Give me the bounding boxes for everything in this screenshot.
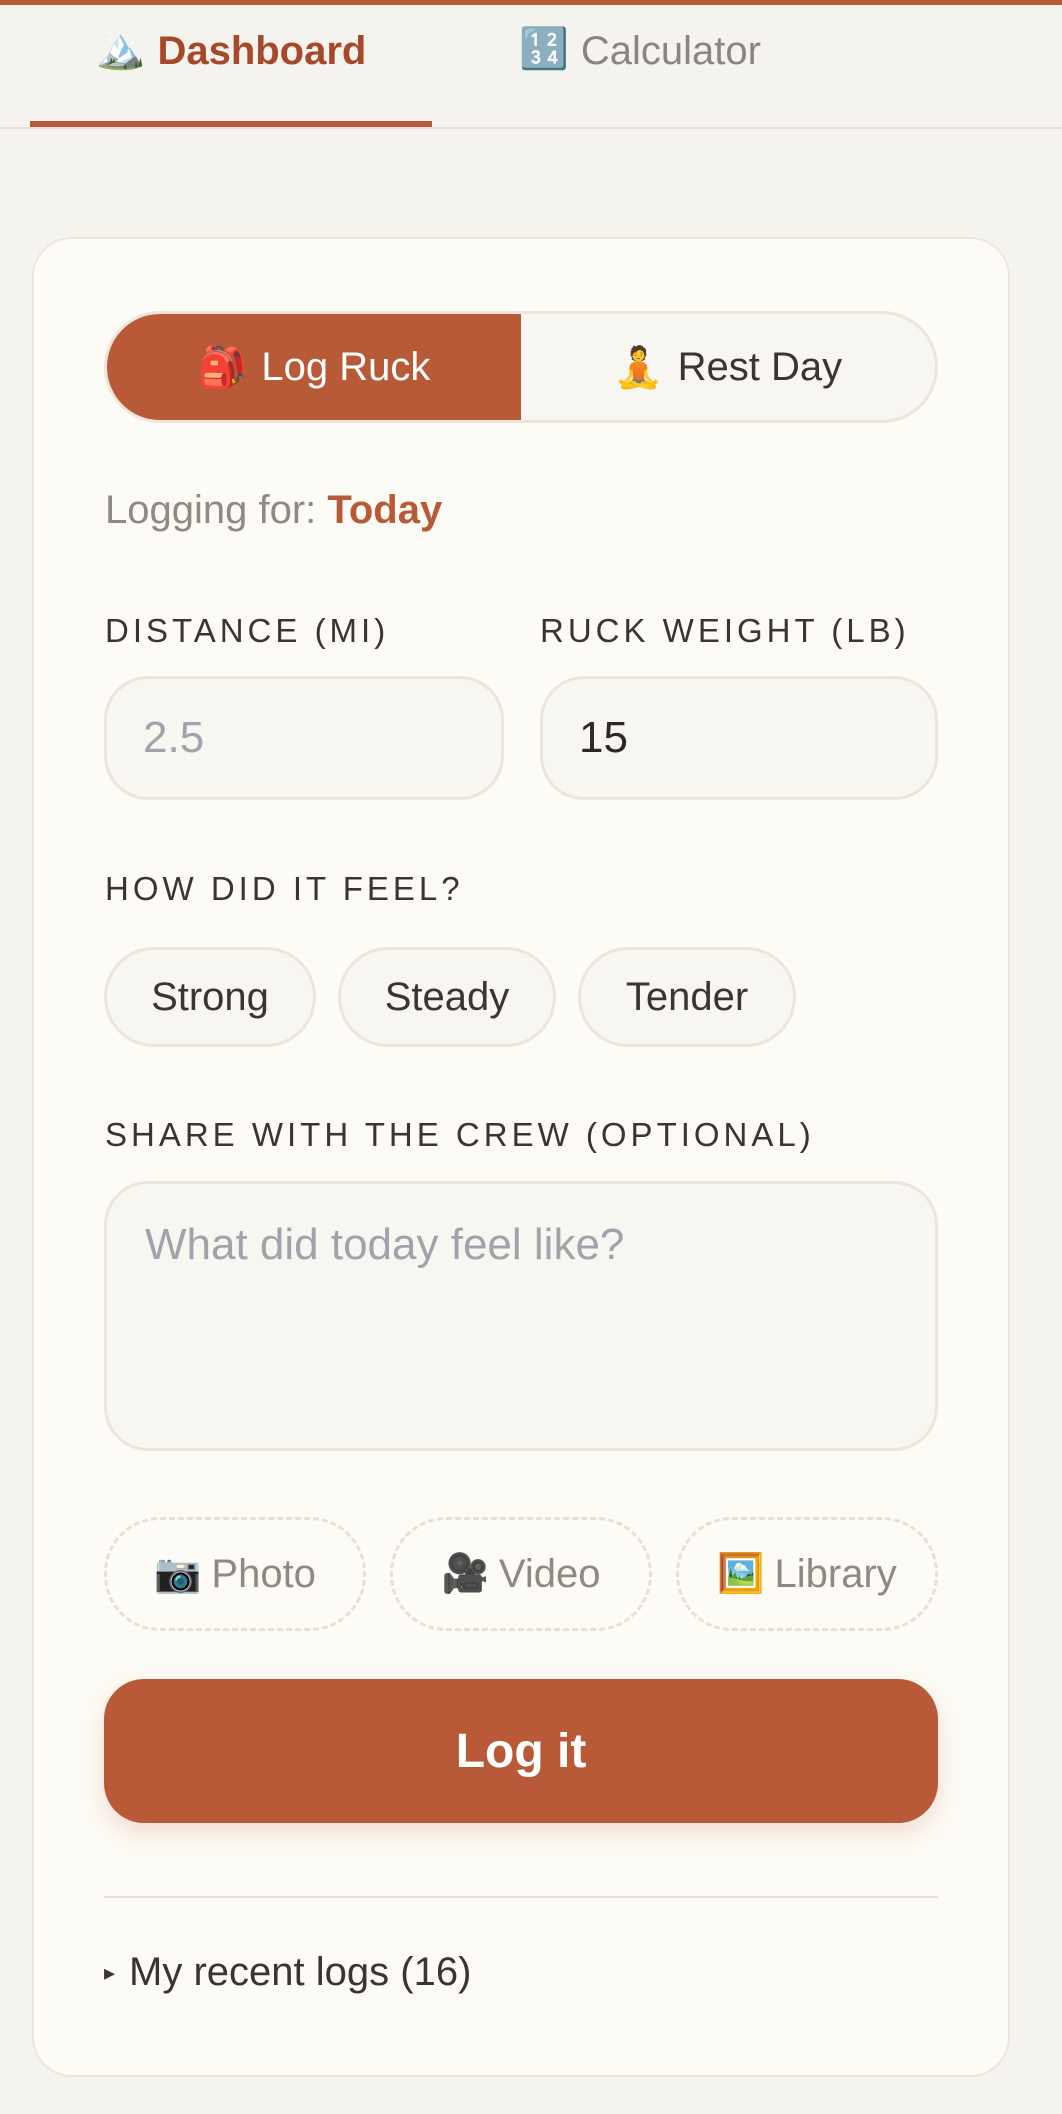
mountain-icon: 🏔️	[95, 27, 146, 71]
photo-label: Photo	[211, 1551, 316, 1596]
numbers-icon: 🔢	[519, 27, 569, 71]
library-label: Library	[774, 1551, 897, 1596]
tab-dashboard-label: Dashboard	[157, 29, 367, 73]
tab-calculator-label: Calculator	[580, 29, 761, 73]
video-button[interactable]: 🎥 Video	[390, 1517, 652, 1631]
ruck-weight-label: RUCK WEIGHT (LB)	[540, 612, 910, 649]
photo-button[interactable]: 📷 Photo	[104, 1517, 366, 1631]
recent-logs-toggle[interactable]: ▸ My recent logs (16)	[104, 1950, 471, 1995]
share-textarea[interactable]: What did today feel like?	[104, 1181, 938, 1451]
rest-day-label: Rest Day	[677, 344, 843, 389]
recent-logs-label: My recent logs (16)	[129, 1950, 472, 1994]
tab-calculator[interactable]: 🔢 Calculator	[440, 5, 840, 125]
log-ruck-label: Log Ruck	[261, 344, 431, 389]
tab-dashboard[interactable]: 🏔️ Dashboard	[30, 5, 432, 127]
logging-for-prefix: Logging for:	[105, 488, 317, 532]
backpack-icon: 🎒	[197, 345, 248, 390]
log-ruck-option[interactable]: 🎒 Log Ruck	[107, 314, 521, 420]
logging-for-date[interactable]: Today	[327, 488, 442, 532]
divider	[104, 1896, 938, 1898]
feel-tender-chip[interactable]: Tender	[578, 947, 796, 1047]
picture-icon: 🖼️	[717, 1553, 765, 1595]
ruck-weight-input[interactable]: 15	[540, 676, 938, 800]
distance-label: DISTANCE (MI)	[105, 612, 390, 649]
disclosure-triangle-icon: ▸	[104, 1959, 116, 1985]
video-label: Video	[498, 1551, 601, 1596]
meditation-icon: 🧘	[613, 345, 664, 390]
rest-day-option[interactable]: 🧘 Rest Day	[521, 314, 935, 420]
feel-label: HOW DID IT FEEL?	[105, 870, 464, 907]
log-it-button[interactable]: Log it	[104, 1679, 938, 1823]
camera-icon: 📷	[154, 1553, 202, 1595]
feel-strong-chip[interactable]: Strong	[104, 947, 316, 1047]
feel-steady-chip[interactable]: Steady	[338, 947, 556, 1047]
video-camera-icon: 🎥	[441, 1553, 489, 1595]
distance-input[interactable]: 2.5	[104, 676, 504, 800]
tab-bar: 🏔️ Dashboard 🔢 Calculator	[0, 5, 1062, 129]
mode-toggle: 🎒 Log Ruck 🧘 Rest Day	[104, 311, 938, 423]
logging-for: Logging for: Today	[105, 488, 442, 533]
library-button[interactable]: 🖼️ Library	[676, 1517, 938, 1631]
share-label: SHARE WITH THE CREW (OPTIONAL)	[105, 1116, 815, 1153]
